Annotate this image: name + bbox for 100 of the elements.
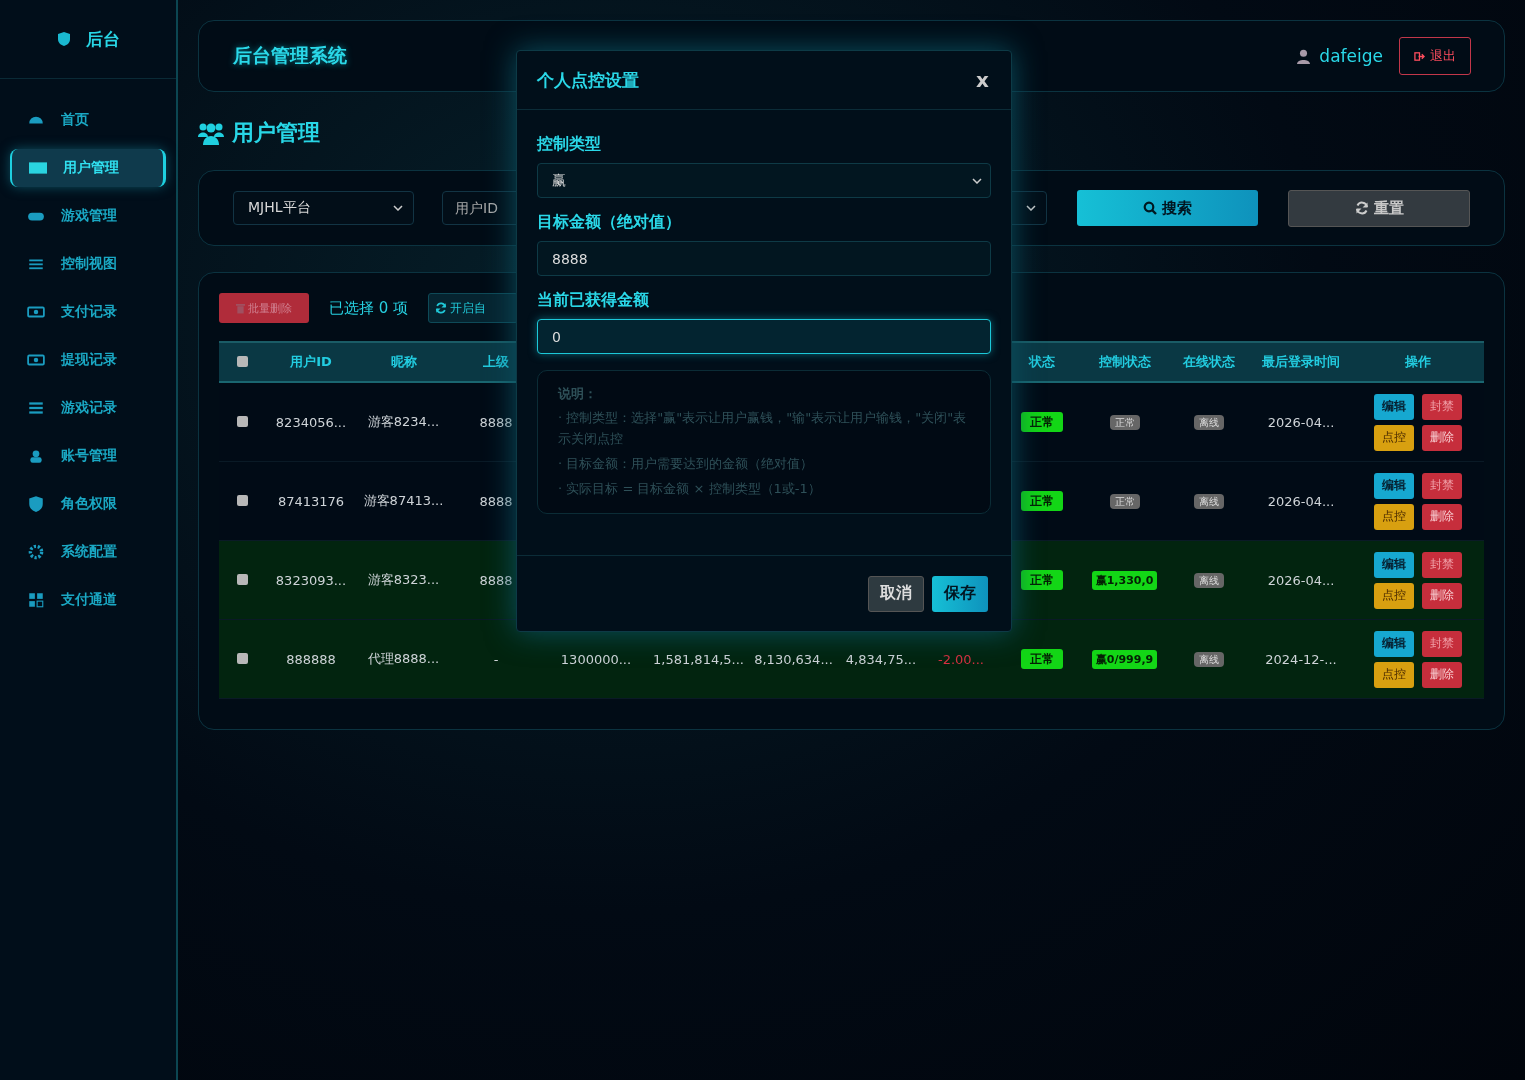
selection-count: 已选择 0 项 — [329, 298, 409, 318]
logo-text: 后台 — [86, 27, 120, 51]
control-tag: 赢0/999,9 — [1091, 650, 1158, 669]
action-button[interactable]: 删除 — [1421, 503, 1462, 530]
nav-icon — [27, 543, 45, 561]
action-button[interactable]: 删除 — [1421, 424, 1462, 451]
control-tag: 赢1,330,0 — [1091, 571, 1158, 590]
refresh-icon — [435, 302, 448, 314]
trash-icon — [236, 302, 245, 314]
chevron-icon — [972, 177, 982, 184]
nav-icon — [29, 159, 47, 177]
action-button[interactable]: 删除 — [1421, 582, 1462, 609]
input-field[interactable]: 8888 — [537, 241, 991, 276]
logout-button[interactable]: 退出 — [1399, 37, 1471, 75]
column-header: 控制状态 — [1098, 354, 1151, 369]
checkbox[interactable] — [237, 355, 248, 367]
table-cell: 8888 — [479, 414, 513, 430]
table-cell: 2026-04... — [1267, 414, 1335, 430]
select-field[interactable]: 赢 — [537, 163, 991, 198]
reset-button[interactable]: 重置 — [1288, 189, 1470, 227]
table-cell: 1300000... — [560, 651, 632, 667]
action-button[interactable]: 编辑 — [1373, 472, 1414, 499]
checkbox[interactable] — [237, 494, 248, 506]
input-field[interactable]: 0 — [537, 319, 991, 354]
column-header: 状态 — [1029, 354, 1055, 369]
checkbox[interactable] — [237, 415, 248, 427]
table-cell: 8888 — [479, 572, 513, 588]
platform-select[interactable]: MJHL平台 — [233, 191, 414, 225]
table-cell: -2.00... — [937, 651, 984, 667]
nav-item[interactable]: 系统配置 — [10, 533, 166, 571]
status-tag: 正常 — [1021, 490, 1063, 511]
nav-item[interactable]: 支付通道 — [10, 581, 166, 619]
action-button[interactable]: 编辑 — [1373, 630, 1414, 657]
action-button[interactable]: 点控 — [1373, 503, 1414, 530]
column-header: 上级 — [483, 354, 509, 369]
table-cell: 8,130,634... — [754, 651, 833, 667]
column-header: 用户ID — [290, 354, 332, 369]
column-header: 在线状态 — [1182, 354, 1235, 369]
action-button[interactable]: 删除 — [1421, 661, 1462, 688]
action-button[interactable]: 点控 — [1373, 424, 1414, 451]
table-cell: 888888 — [286, 651, 336, 667]
table-cell: 1,581,814,5... — [653, 651, 744, 667]
field-label: 控制类型 — [537, 134, 602, 155]
table-cell: - — [493, 651, 499, 667]
online-tag: 离线 — [1193, 415, 1224, 430]
status-tag: 正常 — [1021, 648, 1063, 669]
table-cell: 87413176 — [277, 493, 345, 509]
action-button[interactable]: 编辑 — [1373, 393, 1414, 420]
action-button[interactable]: 编辑 — [1373, 551, 1414, 578]
table-cell: 游客87413... — [363, 493, 444, 508]
shield-icon — [56, 31, 72, 47]
notes-title: 说明： — [558, 385, 598, 403]
action-button[interactable]: 点控 — [1373, 661, 1414, 688]
nav-item[interactable]: 首页 — [10, 101, 166, 139]
logout-icon — [1414, 50, 1425, 62]
nav-item[interactable]: 用户管理 — [10, 149, 166, 187]
nav-item[interactable]: 控制视图 — [10, 245, 166, 283]
search-icon — [1143, 201, 1157, 215]
table-cell: 8234056... — [275, 414, 347, 430]
auto-button[interactable]: 开启自 — [428, 293, 519, 323]
column-header: 最后登录时间 — [1262, 354, 1340, 369]
table-cell: 游客8234... — [367, 414, 440, 429]
users-icon — [198, 121, 224, 145]
dialog-title: 个人点控设置 — [537, 68, 639, 92]
save-button[interactable]: 保存 — [932, 575, 988, 612]
user-icon — [1297, 48, 1311, 64]
table-cell: 2024-12-... — [1265, 651, 1337, 667]
app-title: 后台管理系统 — [233, 43, 348, 68]
field-label: 目标金额（绝对值） — [537, 212, 682, 233]
note-text: · 目标金额：用户需要达到的金额（绝对值） — [558, 455, 815, 473]
search-button[interactable]: 搜索 — [1077, 190, 1258, 226]
nav-icon — [27, 399, 45, 417]
table-cell: 2026-04... — [1267, 493, 1335, 509]
online-tag: 离线 — [1193, 652, 1224, 667]
nav-item[interactable]: 提现记录 — [10, 341, 166, 379]
nav-item[interactable]: 账号管理 — [10, 437, 166, 475]
column-header: 昵称 — [390, 354, 417, 369]
table-cell: 代理8888... — [367, 651, 440, 666]
nav-item[interactable]: 游戏记录 — [10, 389, 166, 427]
nav-item[interactable]: 支付记录 — [10, 293, 166, 331]
checkbox[interactable] — [237, 652, 248, 664]
field-label: 当前已获得金额 — [537, 290, 650, 311]
nav-item[interactable]: 角色权限 — [10, 485, 166, 523]
nav-icon — [27, 495, 45, 513]
status-tag: 正常 — [1021, 411, 1063, 432]
nav-icon — [27, 447, 45, 465]
note-text: · 实际目标 = 目标金额 × 控制类型（1或-1） — [558, 480, 822, 498]
table-cell: 8888 — [479, 493, 513, 509]
status-tag: 正常 — [1021, 569, 1063, 590]
control-tag: 正常 — [1109, 415, 1140, 430]
table-cell: 游客8323... — [367, 572, 440, 587]
username: dafeige — [1319, 46, 1383, 66]
close-button[interactable]: x — [974, 68, 991, 92]
note-text: · 控制类型：选择"赢"表示让用户赢钱，"输"表示让用户输钱，"关闭"表示关闭点控 — [558, 409, 968, 448]
nav-item[interactable]: 游戏管理 — [10, 197, 166, 235]
table-cell: 8323093... — [275, 572, 347, 588]
cancel-button[interactable]: 取消 — [868, 575, 924, 612]
checkbox[interactable] — [237, 573, 248, 585]
column-header: 操作 — [1404, 354, 1431, 369]
action-button[interactable]: 点控 — [1373, 582, 1414, 609]
